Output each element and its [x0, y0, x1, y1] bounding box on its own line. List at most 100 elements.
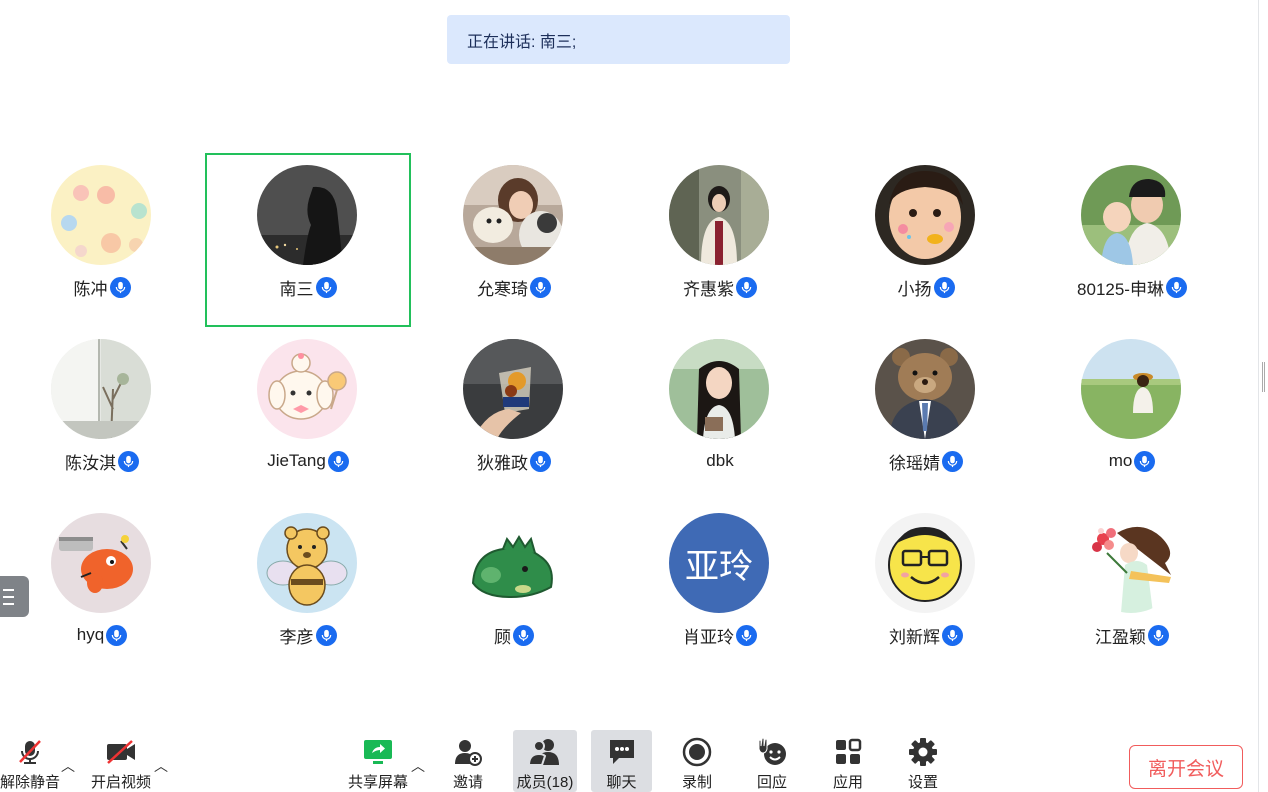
- settings-label: 设置: [907, 774, 938, 791]
- participant-name: 刘新辉: [889, 627, 940, 647]
- members-label: 成员(18): [516, 774, 574, 791]
- participant-name-row: 允寒琦: [411, 275, 617, 299]
- participant-name: 允寒琦: [477, 279, 528, 299]
- participant-name: 顾: [494, 627, 511, 647]
- participant-tile[interactable]: 顾: [411, 501, 617, 675]
- participant-tile[interactable]: 狄雅政: [411, 327, 617, 501]
- participant-name-row: 刘新辉: [823, 623, 1029, 647]
- participant-tile[interactable]: 徐瑶婧: [823, 327, 1029, 501]
- avatar: [669, 165, 769, 265]
- participant-name-row: dbk: [617, 449, 823, 473]
- participant-name-row: JieTang: [205, 449, 411, 473]
- start-video-label: 开启视频: [90, 774, 151, 791]
- invite-label: 邀请: [452, 774, 483, 791]
- mic-icon: [109, 276, 131, 298]
- participant-name-row: 李彦: [205, 623, 411, 647]
- avatar: [51, 513, 151, 613]
- participant-tile[interactable]: 齐惠紫: [617, 153, 823, 327]
- participant-tile[interactable]: 江盈颖: [1029, 501, 1235, 675]
- chat-button[interactable]: 聊天: [591, 730, 652, 792]
- leave-meeting-button[interactable]: 离开会议: [1129, 745, 1243, 789]
- avatar: 亚玲: [669, 513, 769, 613]
- avatar: [1081, 339, 1181, 439]
- participant-tile[interactable]: 陈汝淇: [0, 327, 205, 501]
- participant-name: 狄雅政: [477, 453, 528, 473]
- participant-tile[interactable]: 80125-申琳: [1029, 153, 1235, 327]
- mic-icon: [1134, 450, 1156, 472]
- invite-button[interactable]: 邀请: [447, 730, 489, 792]
- participant-tile[interactable]: 南三: [205, 153, 411, 327]
- participant-name-row: 徐瑶婧: [823, 449, 1029, 473]
- participant-name: 陈冲: [73, 279, 108, 299]
- reaction-label: 回应: [756, 774, 787, 791]
- avatar: [463, 165, 563, 265]
- participant-name-row: 陈冲: [0, 275, 205, 299]
- participant-tile[interactable]: 允寒琦: [411, 153, 617, 327]
- participant-tile[interactable]: 亚玲肖亚玲: [617, 501, 823, 675]
- mic-icon: [327, 450, 349, 472]
- participant-name: 肖亚玲: [683, 627, 734, 647]
- participant-name: hyq: [76, 625, 105, 644]
- participant-tile[interactable]: dbk: [617, 327, 823, 501]
- resize-handle[interactable]: [1262, 362, 1265, 392]
- participant-tile[interactable]: 陈冲: [0, 153, 205, 327]
- participant-name-row: 狄雅政: [411, 449, 617, 473]
- mic-muted-icon: [13, 736, 47, 767]
- participant-name: dbk: [706, 451, 734, 470]
- record-button[interactable]: 录制: [676, 730, 718, 792]
- mic-icon: [106, 624, 128, 646]
- avatar: [257, 165, 357, 265]
- participant-tile[interactable]: hyq: [0, 501, 205, 675]
- chat-label: 聊天: [606, 774, 637, 791]
- participant-name-row: 江盈颖: [1029, 623, 1235, 647]
- mic-icon: [1148, 624, 1169, 646]
- start-video-button[interactable]: 开启视频: [88, 730, 154, 792]
- share-screen-button[interactable]: 共享屏幕: [345, 730, 411, 792]
- mic-icon: [118, 450, 139, 472]
- participant-tile[interactable]: 李彦: [205, 501, 411, 675]
- participant-tile[interactable]: JieTang: [205, 327, 411, 501]
- avatar: [875, 339, 975, 439]
- participant-name: 齐惠紫: [683, 279, 734, 299]
- participant-tile[interactable]: 刘新辉: [823, 501, 1029, 675]
- participant-name: 小扬: [897, 279, 932, 299]
- chevron-up-icon[interactable]: ︿: [61, 756, 75, 776]
- participant-name-row: 80125-申琳: [1029, 275, 1235, 299]
- apps-button[interactable]: 应用: [827, 730, 869, 792]
- participant-name: 李彦: [279, 627, 314, 647]
- avatar: [1081, 165, 1181, 265]
- participant-name: 陈汝淇: [65, 453, 116, 473]
- participant-name: 南三: [279, 279, 314, 299]
- participant-name-row: 肖亚玲: [617, 623, 823, 647]
- apps-icon: [831, 736, 865, 767]
- avatar: [875, 513, 975, 613]
- avatar: [257, 339, 357, 439]
- participant-name: 江盈颖: [1095, 627, 1146, 647]
- participant-name: mo: [1108, 451, 1133, 470]
- avatar: [463, 339, 563, 439]
- settings-button[interactable]: 设置: [902, 730, 944, 792]
- record-icon: [680, 736, 714, 767]
- mic-icon: [736, 276, 757, 298]
- reaction-button[interactable]: 回应: [751, 730, 793, 792]
- mic-icon: [513, 624, 534, 646]
- chevron-up-icon[interactable]: ︿: [411, 756, 425, 776]
- participant-name: JieTang: [267, 451, 326, 470]
- members-icon: [528, 736, 562, 767]
- participant-name-row: 南三: [205, 275, 411, 299]
- avatar: [875, 165, 975, 265]
- participant-tile[interactable]: mo: [1029, 327, 1235, 501]
- meeting-toolbar: 解除静音 ︿ 开启视频 ︿ 共享屏幕 ︿ 邀请 成员(18) 聊天 录制 回应 …: [0, 730, 1268, 792]
- unmute-label: 解除静音: [0, 774, 60, 791]
- mic-icon: [736, 624, 757, 646]
- participant-tile[interactable]: 小扬: [823, 153, 1029, 327]
- avatar: [257, 513, 357, 613]
- mic-icon: [933, 276, 955, 298]
- mic-icon: [315, 276, 337, 298]
- speaking-banner: 正在讲话: 南三;: [447, 15, 790, 64]
- unmute-button[interactable]: 解除静音: [0, 730, 62, 792]
- members-button[interactable]: 成员(18): [513, 730, 577, 792]
- chevron-up-icon[interactable]: ︿: [154, 756, 168, 776]
- avatar: [51, 165, 151, 265]
- avatar: [669, 339, 769, 439]
